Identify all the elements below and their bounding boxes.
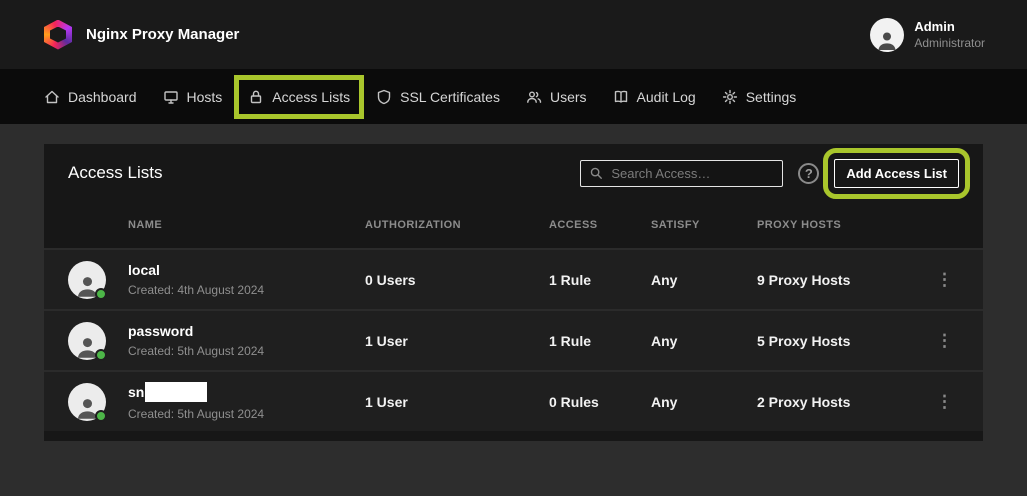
redaction-box	[145, 382, 207, 402]
panel-actions: ? Add Access List	[580, 159, 959, 188]
row-avatar	[68, 261, 106, 299]
access-cell: 1 Rule	[549, 272, 651, 288]
content: Access Lists ? Add Access List NAME AUTH…	[0, 124, 1027, 461]
monitor-icon	[163, 89, 179, 105]
nav-label: Access Lists	[272, 89, 350, 105]
column-header-satisfy: SATISFY	[651, 219, 757, 231]
name-cell: password Created: 5th August 2024	[128, 323, 365, 358]
access-cell: 1 Rule	[549, 333, 651, 349]
avatar-cell	[68, 261, 128, 299]
name-cell: local Created: 4th August 2024	[128, 262, 365, 297]
nav-label: SSL Certificates	[400, 89, 500, 105]
nav-item-hosts[interactable]: Hosts	[163, 89, 223, 105]
avatar-cell	[68, 322, 128, 360]
column-header-authorization: AUTHORIZATION	[365, 219, 549, 231]
proxy-hosts-cell: 2 Proxy Hosts	[757, 394, 919, 410]
kebab-menu-icon[interactable]: ⋮	[930, 269, 959, 290]
gear-icon	[722, 89, 738, 105]
access-list-name: local	[128, 262, 365, 278]
access-list-name: password	[128, 323, 365, 339]
satisfy-cell: Any	[651, 394, 757, 410]
help-icon[interactable]: ?	[798, 163, 819, 184]
search-icon	[589, 166, 603, 180]
user-menu[interactable]: Admin Administrator	[870, 18, 985, 52]
user-avatar	[870, 18, 904, 52]
add-access-list-button[interactable]: Add Access List	[834, 159, 959, 188]
main-nav: Dashboard Hosts Access Lists SSL Certifi…	[0, 69, 1027, 124]
created-date: Created: 5th August 2024	[128, 407, 365, 421]
nav-label: Users	[550, 89, 587, 105]
user-text: Admin Administrator	[914, 19, 985, 50]
user-role: Administrator	[914, 36, 985, 50]
users-icon	[526, 89, 542, 105]
access-cell: 0 Rules	[549, 394, 651, 410]
authorization-cell: 0 Users	[365, 272, 549, 288]
access-list-name: sn	[128, 382, 365, 402]
kebab-menu-icon[interactable]: ⋮	[930, 330, 959, 351]
proxy-hosts-cell: 5 Proxy Hosts	[757, 333, 919, 349]
panel-header: Access Lists ? Add Access List	[44, 144, 983, 202]
nav-item-ssl-certificates[interactable]: SSL Certificates	[376, 89, 500, 105]
nav-label: Dashboard	[68, 89, 137, 105]
home-icon	[44, 89, 60, 105]
table-row[interactable]: password Created: 5th August 2024 1 User…	[44, 309, 983, 370]
authorization-cell: 1 User	[365, 394, 549, 410]
created-date: Created: 5th August 2024	[128, 344, 365, 358]
row-avatar	[68, 322, 106, 360]
created-date: Created: 4th August 2024	[128, 283, 365, 297]
satisfy-cell: Any	[651, 333, 757, 349]
shield-icon	[376, 89, 392, 105]
table-row[interactable]: sn Created: 5th August 2024 1 User 0 Rul…	[44, 370, 983, 431]
status-dot	[95, 410, 107, 422]
nav-item-dashboard[interactable]: Dashboard	[44, 89, 137, 105]
table-header-row: NAME AUTHORIZATION ACCESS SATISFY PROXY …	[44, 202, 983, 248]
nav-label: Settings	[746, 89, 797, 105]
nav-item-audit-log[interactable]: Audit Log	[613, 89, 696, 105]
row-avatar	[68, 383, 106, 421]
person-icon	[875, 28, 899, 52]
authorization-cell: 1 User	[365, 333, 549, 349]
search-input[interactable]	[611, 166, 774, 181]
proxy-hosts-cell: 9 Proxy Hosts	[757, 272, 919, 288]
status-dot	[95, 288, 107, 300]
nav-item-access-lists[interactable]: Access Lists	[248, 89, 350, 105]
book-icon	[613, 89, 629, 105]
brand: Nginx Proxy Manager	[44, 20, 239, 50]
nav-label: Hosts	[187, 89, 223, 105]
search-box	[580, 160, 783, 187]
nav-item-settings[interactable]: Settings	[722, 89, 797, 105]
satisfy-cell: Any	[651, 272, 757, 288]
topbar: Nginx Proxy Manager Admin Administrator	[0, 0, 1027, 69]
nav-label: Audit Log	[637, 89, 696, 105]
page-title: Access Lists	[68, 163, 162, 183]
user-name: Admin	[914, 19, 985, 34]
kebab-menu-icon[interactable]: ⋮	[930, 391, 959, 412]
app-logo-icon	[44, 20, 72, 50]
status-dot	[95, 349, 107, 361]
column-header-proxy-hosts: PROXY HOSTS	[757, 219, 919, 231]
access-lists-panel: Access Lists ? Add Access List NAME AUTH…	[44, 144, 983, 441]
app-title: Nginx Proxy Manager	[86, 26, 239, 43]
avatar-cell	[68, 383, 128, 421]
nav-item-users[interactable]: Users	[526, 89, 587, 105]
column-header-access: ACCESS	[549, 219, 651, 231]
column-header-name: NAME	[128, 219, 365, 231]
lock-icon	[248, 89, 264, 105]
table-row[interactable]: local Created: 4th August 2024 0 Users 1…	[44, 248, 983, 309]
name-cell: sn Created: 5th August 2024	[128, 382, 365, 421]
